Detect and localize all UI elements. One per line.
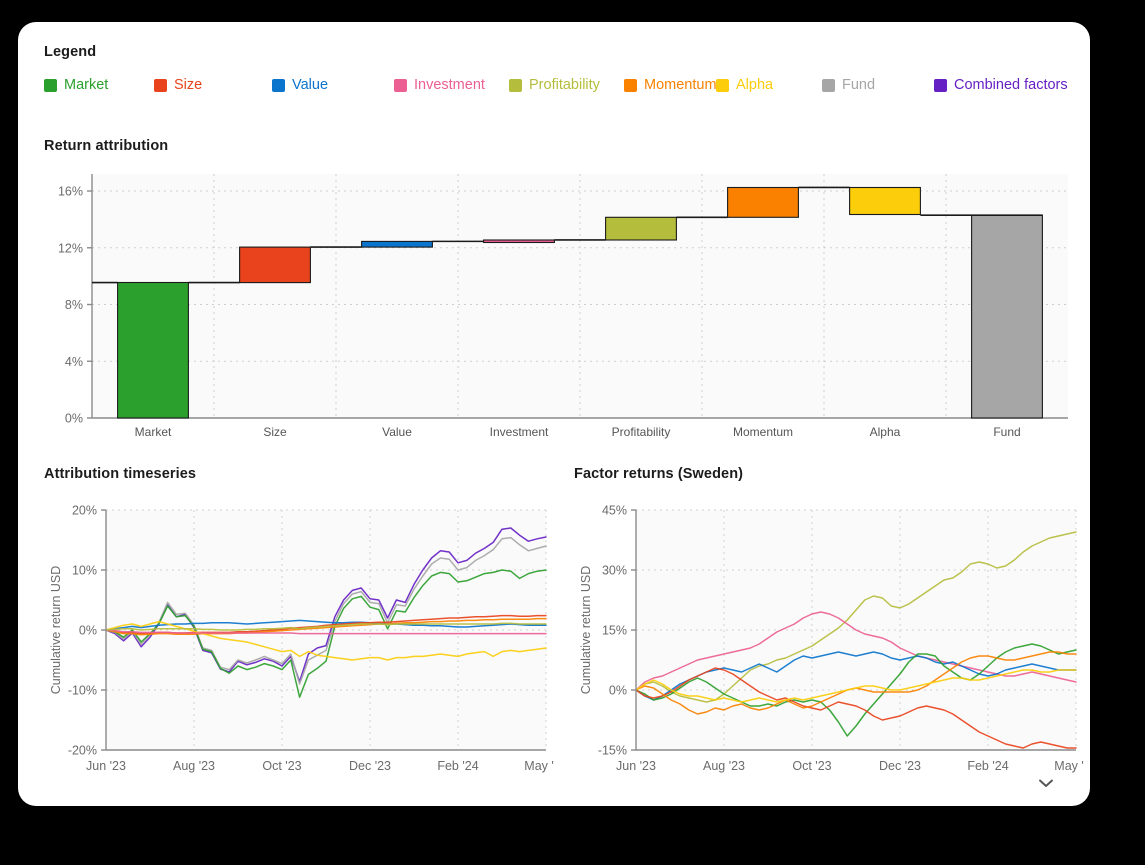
waterfall-bar-rect[interactable] xyxy=(118,283,189,419)
legend-item-label: Alpha xyxy=(736,78,773,93)
factor-returns-svg: -15%0%15%30%45%Jun '23Aug '23Oct '23Dec … xyxy=(574,496,1084,796)
legend-item-label: Market xyxy=(64,78,108,93)
legend-section: Legend Market Size Value Investment Profitab… xyxy=(26,44,1082,98)
legend-item-alpha[interactable]: Alpha xyxy=(716,78,773,93)
waterfall-bar-rect[interactable] xyxy=(972,215,1043,418)
legend-item-label: Size xyxy=(174,78,202,93)
return-attribution-title: Return attribution xyxy=(44,138,1082,154)
waterfall-svg: 0% 4% 8% 12% 16% Market Size Value Investment Pro… xyxy=(44,166,1074,448)
y-tick-label: 30% xyxy=(602,564,627,578)
y-tick-label: -15% xyxy=(598,744,627,758)
waterfall-category-label: Fund xyxy=(993,425,1020,439)
legend-item-label: Combined factors xyxy=(954,78,1068,93)
legend-item-value[interactable]: Value xyxy=(272,78,328,93)
legend-items: Market Size Value Investment Profitability Mo… xyxy=(44,78,1082,98)
y-tick-label: 20% xyxy=(72,504,97,518)
legend-swatch-momentum xyxy=(624,79,637,92)
waterfall-bar-profitability[interactable] xyxy=(606,217,677,240)
y-tick-label: 15% xyxy=(602,624,627,638)
y-tick-label: -20% xyxy=(68,744,97,758)
legend-swatch-size xyxy=(154,79,167,92)
collapse-button[interactable] xyxy=(1023,770,1069,796)
waterfall-category-label: Alpha xyxy=(870,425,901,439)
y-tick-label: -10% xyxy=(68,684,97,698)
y-tick-label: 0% xyxy=(609,684,627,698)
chevron-down-icon xyxy=(1037,777,1055,789)
waterfall-bar-rect[interactable] xyxy=(850,188,921,215)
legend-swatch-profitability xyxy=(509,79,522,92)
waterfall-bar-momentum[interactable] xyxy=(728,188,799,218)
waterfall-bar-rect[interactable] xyxy=(362,241,433,247)
waterfall-category-label: Market xyxy=(135,425,172,439)
legend-swatch-combined-factors xyxy=(934,79,947,92)
legend-swatch-investment xyxy=(394,79,407,92)
waterfall-category-label: Investment xyxy=(490,425,549,439)
waterfall-bar-size[interactable] xyxy=(240,247,311,283)
y-tick-label: 10% xyxy=(72,564,97,578)
waterfall-y-tick-label: 12% xyxy=(58,241,83,255)
attribution-timeseries-chart: -20%-10%0%10%20%Jun '23Aug '23Oct '23Dec… xyxy=(44,496,556,801)
legend-item-momentum[interactable]: Momentum xyxy=(624,78,717,93)
footer-row xyxy=(18,770,1090,796)
waterfall-bar-market[interactable] xyxy=(118,283,189,419)
legend-swatch-alpha xyxy=(716,79,729,92)
legend-item-label: Momentum xyxy=(644,78,717,93)
factor-returns-chart: -15%0%15%30%45%Jun '23Aug '23Oct '23Dec … xyxy=(574,496,1082,801)
waterfall-bar-rect[interactable] xyxy=(728,188,799,218)
waterfall-bar-rect[interactable] xyxy=(606,217,677,240)
waterfall-bar-value[interactable] xyxy=(362,241,433,247)
waterfall-category-label: Size xyxy=(263,425,287,439)
waterfall-y-tick-label: 8% xyxy=(65,298,83,312)
legend-title: Legend xyxy=(44,44,1082,60)
return-attribution-chart: 0% 4% 8% 12% 16% Market Size Value Investment Pro… xyxy=(44,166,1074,448)
legend-swatch-market xyxy=(44,79,57,92)
legend-item-fund[interactable]: Fund xyxy=(822,78,875,93)
legend-item-combined-factors[interactable]: Combined factors xyxy=(934,78,1068,93)
factor-returns-title: Factor returns (Sweden) xyxy=(574,466,1082,482)
legend-item-investment[interactable]: Investment xyxy=(394,78,485,93)
waterfall-category-label: Value xyxy=(382,425,412,439)
waterfall-category-label: Momentum xyxy=(733,425,793,439)
attribution-timeseries-title: Attribution timeseries xyxy=(44,466,556,482)
attribution-timeseries-section: Attribution timeseries -20%-10%0%10%20%J… xyxy=(26,466,556,801)
legend-item-size[interactable]: Size xyxy=(154,78,202,93)
legend-item-label: Value xyxy=(292,78,328,93)
legend-item-label: Investment xyxy=(414,78,485,93)
waterfall-bar-rect[interactable] xyxy=(484,240,555,243)
waterfall-bar-alpha[interactable] xyxy=(850,188,921,215)
legend-item-profitability[interactable]: Profitability xyxy=(509,78,600,93)
y-tick-label: 0% xyxy=(79,624,97,638)
legend-item-market[interactable]: Market xyxy=(44,78,108,93)
return-attribution-section: Return attribution 0% 4% 8% 12% 16% Market Siz… xyxy=(26,138,1082,448)
attribution-timeseries-svg: -20%-10%0%10%20%Jun '23Aug '23Oct '23Dec… xyxy=(44,496,554,796)
waterfall-bar-fund[interactable] xyxy=(972,215,1043,418)
y-axis-label: Cumulative return USD xyxy=(579,566,593,695)
y-tick-label: 45% xyxy=(602,504,627,518)
y-axis-label: Cumulative return USD xyxy=(49,566,63,695)
waterfall-bar-investment[interactable] xyxy=(484,240,555,243)
waterfall-y-tick-label: 16% xyxy=(58,185,83,199)
waterfall-y-tick-label: 0% xyxy=(65,412,83,426)
legend-item-label: Profitability xyxy=(529,78,600,93)
legend-swatch-value xyxy=(272,79,285,92)
waterfall-y-tick-label: 4% xyxy=(65,355,83,369)
dashboard-card: Legend Market Size Value Investment Profitab… xyxy=(18,22,1090,806)
factor-returns-section: Factor returns (Sweden) -15%0%15%30%45%J… xyxy=(556,466,1082,801)
waterfall-bar-rect[interactable] xyxy=(240,247,311,283)
waterfall-category-label: Profitability xyxy=(612,425,671,439)
legend-item-label: Fund xyxy=(842,78,875,93)
legend-swatch-fund xyxy=(822,79,835,92)
